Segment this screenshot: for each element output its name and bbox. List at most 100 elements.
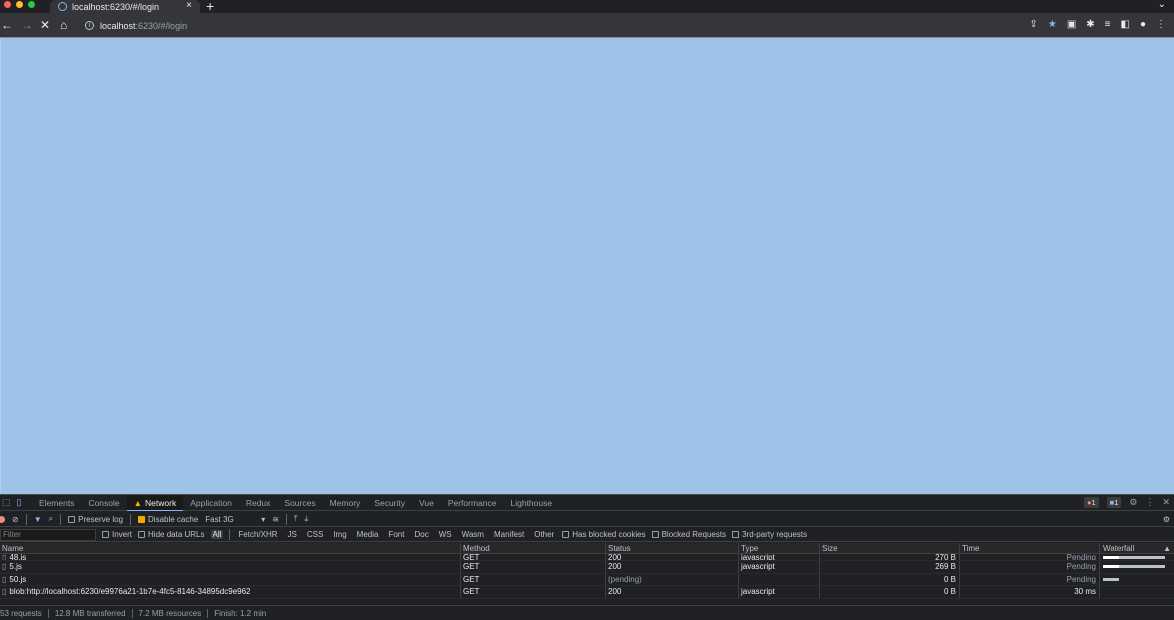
page-viewport[interactable] xyxy=(0,38,1174,494)
tab-performance[interactable]: Performance xyxy=(441,495,504,511)
clear-icon[interactable]: ⊘ xyxy=(12,515,19,524)
column-status[interactable]: Status xyxy=(606,543,739,553)
browser-tab[interactable]: localhost:6230/#/login × xyxy=(50,0,200,13)
devtools-more-icon[interactable]: ⋮ xyxy=(1145,497,1154,508)
tab-application[interactable]: Application xyxy=(183,495,239,511)
tab-console[interactable]: Console xyxy=(81,495,126,511)
column-name[interactable]: Name xyxy=(0,543,461,553)
has-blocked-cookies-checkbox[interactable]: Has blocked cookies xyxy=(562,530,646,539)
zoom-window-button[interactable] xyxy=(28,1,35,8)
request-method: GET xyxy=(461,554,606,560)
file-icon: ▯ xyxy=(2,574,7,584)
bookmark-star-icon[interactable]: ★ xyxy=(1048,19,1057,30)
column-size[interactable]: Size xyxy=(820,543,960,553)
device-toolbar-icon[interactable]: ▯ xyxy=(17,497,22,508)
request-name-text: 5.js xyxy=(9,562,22,572)
side-panel-icon[interactable]: ◧ xyxy=(1121,19,1130,30)
close-devtools-icon[interactable]: ✕ xyxy=(1162,497,1170,508)
tab-close-button[interactable]: × xyxy=(186,0,192,12)
hide-data-urls-checkbox[interactable]: Hide data URLs xyxy=(138,530,205,539)
filter-input[interactable]: Filter xyxy=(0,528,96,541)
site-info-icon[interactable]: i xyxy=(85,21,94,30)
minimize-window-button[interactable] xyxy=(16,1,23,8)
sort-up-icon: ▲ xyxy=(1163,543,1171,553)
tab-lighthouse[interactable]: Lighthouse xyxy=(504,495,560,511)
filter-fetch-xhr[interactable]: Fetch/XHR xyxy=(236,530,279,539)
preserve-log-checkbox[interactable]: Preserve log xyxy=(68,515,123,524)
tab-title: localhost:6230/#/login xyxy=(72,1,160,12)
tab-strip: localhost:6230/#/login × + ⌄ xyxy=(0,0,1174,14)
request-type: javascript xyxy=(739,586,820,598)
filter-manifest[interactable]: Manifest xyxy=(492,530,526,539)
close-window-button[interactable] xyxy=(4,1,11,8)
export-har-icon[interactable]: ⤓ xyxy=(305,514,309,524)
error-count-badge[interactable]: ●1 xyxy=(1083,497,1099,508)
back-arrow-icon[interactable]: ← xyxy=(1,18,13,32)
throttling-select[interactable]: Fast 3G ▾ xyxy=(205,515,265,524)
filter-icon[interactable]: ▼ xyxy=(34,515,42,524)
table-header: Name Method Status Type Size Time Waterf… xyxy=(0,543,1174,554)
waterfall-cell xyxy=(1100,586,1174,598)
filter-ws[interactable]: WS xyxy=(437,530,454,539)
tab-search-button[interactable]: ⌄ xyxy=(1158,0,1166,10)
stop-loading-icon[interactable]: ✕ xyxy=(40,18,50,32)
network-conditions-icon[interactable]: ≋ xyxy=(272,515,279,524)
filter-doc[interactable]: Doc xyxy=(412,530,430,539)
checkbox-box-checked xyxy=(138,515,146,523)
third-party-checkbox[interactable]: 3rd-party requests xyxy=(732,530,807,539)
loading-spinner-icon xyxy=(58,2,67,11)
tab-network[interactable]: ▲ Network xyxy=(126,494,184,511)
tab-vue[interactable]: Vue xyxy=(412,495,441,511)
tab-sources[interactable]: Sources xyxy=(277,495,322,511)
more-menu-icon[interactable]: ⋮ xyxy=(1156,19,1166,30)
column-type[interactable]: Type xyxy=(739,543,820,553)
inspect-element-icon[interactable]: ⬚ xyxy=(2,497,11,508)
reading-list-icon[interactable]: ≡ xyxy=(1105,19,1111,30)
filter-other[interactable]: Other xyxy=(532,530,556,539)
divider xyxy=(207,608,209,618)
disable-cache-label: Disable cache xyxy=(148,514,199,524)
address-bar[interactable]: i localhost :6230/#/login xyxy=(79,17,1129,34)
message-count-badge[interactable]: ■1 xyxy=(1106,497,1122,508)
column-time[interactable]: Time xyxy=(960,543,1100,553)
column-method[interactable]: Method xyxy=(461,543,606,553)
blocked-requests-checkbox[interactable]: Blocked Requests xyxy=(651,530,726,539)
waterfall-bar xyxy=(1103,555,1165,559)
table-row[interactable]: ▯ 5.js GET 200 javascript 269 B Pending xyxy=(0,561,1174,574)
extension-icon[interactable]: ▣ xyxy=(1067,19,1076,30)
record-icon[interactable] xyxy=(0,515,5,523)
warning-icon: ▲ xyxy=(133,497,143,508)
search-icon[interactable]: ⌕ xyxy=(49,514,53,524)
table-row[interactable]: ▯ 48.js GET 200 javascript 270 B Pending xyxy=(0,554,1174,561)
home-icon[interactable]: ⌂ xyxy=(60,18,67,32)
request-method: GET xyxy=(461,573,606,585)
filter-font[interactable]: Font xyxy=(386,530,406,539)
request-method: GET xyxy=(461,586,606,598)
filter-media[interactable]: Media xyxy=(355,530,381,539)
import-har-icon[interactable]: ⤒ xyxy=(294,514,298,524)
disable-cache-checkbox[interactable]: Disable cache xyxy=(138,515,198,524)
filter-js[interactable]: JS xyxy=(286,530,299,539)
table-row[interactable]: ▯ 50.js GET (pending) 0 B Pending xyxy=(0,573,1174,586)
tab-security[interactable]: Security xyxy=(367,495,412,511)
devtools-panel: ⬚ ▯ Elements Console ▲ Network Applicatio… xyxy=(0,494,1174,619)
new-tab-button[interactable]: + xyxy=(206,0,214,14)
filter-wasm[interactable]: Wasm xyxy=(460,530,486,539)
profile-icon[interactable]: ● xyxy=(1140,19,1146,30)
puzzle-extensions-icon[interactable]: ✱ xyxy=(1086,19,1094,30)
invert-checkbox[interactable]: Invert xyxy=(102,530,132,539)
divider xyxy=(131,608,133,618)
share-icon[interactable]: ⇪ xyxy=(1029,19,1037,30)
settings-gear-icon[interactable]: ⚙ xyxy=(1129,497,1137,508)
forward-arrow-icon[interactable]: → xyxy=(21,18,33,32)
table-row[interactable]: ▯ blob:http://localhost:6230/e9976a21-1b7… xyxy=(0,586,1174,599)
column-waterfall[interactable]: Waterfall ▲ xyxy=(1100,543,1174,553)
filter-css[interactable]: CSS xyxy=(305,530,325,539)
checkbox-box xyxy=(732,531,740,538)
network-settings-gear-icon[interactable]: ⚙ xyxy=(1163,515,1170,524)
filter-all[interactable]: All xyxy=(210,530,224,539)
tab-redux[interactable]: Redux xyxy=(239,495,278,511)
tab-memory[interactable]: Memory xyxy=(323,495,368,511)
tab-elements[interactable]: Elements xyxy=(32,495,81,511)
filter-img[interactable]: Img xyxy=(331,530,348,539)
